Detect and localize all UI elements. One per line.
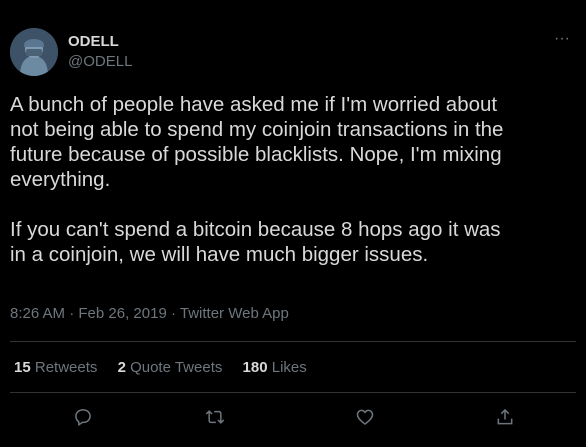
tweet-header: ODELL @ODELL ··· [10,28,576,78]
reply-button[interactable] [68,402,98,432]
quote-tweets-stat[interactable]: 2 Quote Tweets [118,359,223,376]
retweets-label: Retweets [34,359,98,376]
retweet-button[interactable] [200,402,230,432]
tweet-text: A bunch of people have asked me if I'm w… [10,93,504,266]
tweet-date[interactable]: Feb 26, 2019 [78,305,166,322]
meta-separator: · [170,305,176,322]
quote-tweets-label: Quote Tweets [130,359,223,376]
share-icon [497,408,513,425]
author-name[interactable]: ODELL [68,32,132,52]
likes-label: Likes [271,359,307,376]
reply-icon [75,409,91,426]
like-button[interactable] [350,402,380,432]
retweet-icon [205,410,225,424]
tweet-time[interactable]: 8:26 AM [10,305,65,322]
tweet-stats: 15 Retweets 2 Quote Tweets 180 Likes [14,359,323,376]
avatar-image [10,28,58,76]
meta-separator: · [69,305,75,322]
quote-tweets-count: 2 [117,359,126,376]
author-handle[interactable]: @ODELL [68,52,132,72]
like-icon [356,409,374,425]
action-bar [0,402,586,432]
divider [10,392,576,393]
tweet-source[interactable]: Twitter Web App [180,305,289,322]
share-button[interactable] [490,402,520,432]
likes-count: 180 [242,359,268,376]
likes-stat[interactable]: 180 Likes [243,359,307,376]
more-options-icon[interactable]: ··· [550,31,574,50]
divider [10,341,576,342]
author-info: ODELL @ODELL [68,32,132,72]
tweet-meta: 8:26 AM · Feb 26, 2019 · Twitter Web App [10,305,289,322]
avatar[interactable] [10,28,58,76]
retweets-stat[interactable]: 15 Retweets [14,359,97,376]
retweets-count: 15 [14,359,31,376]
